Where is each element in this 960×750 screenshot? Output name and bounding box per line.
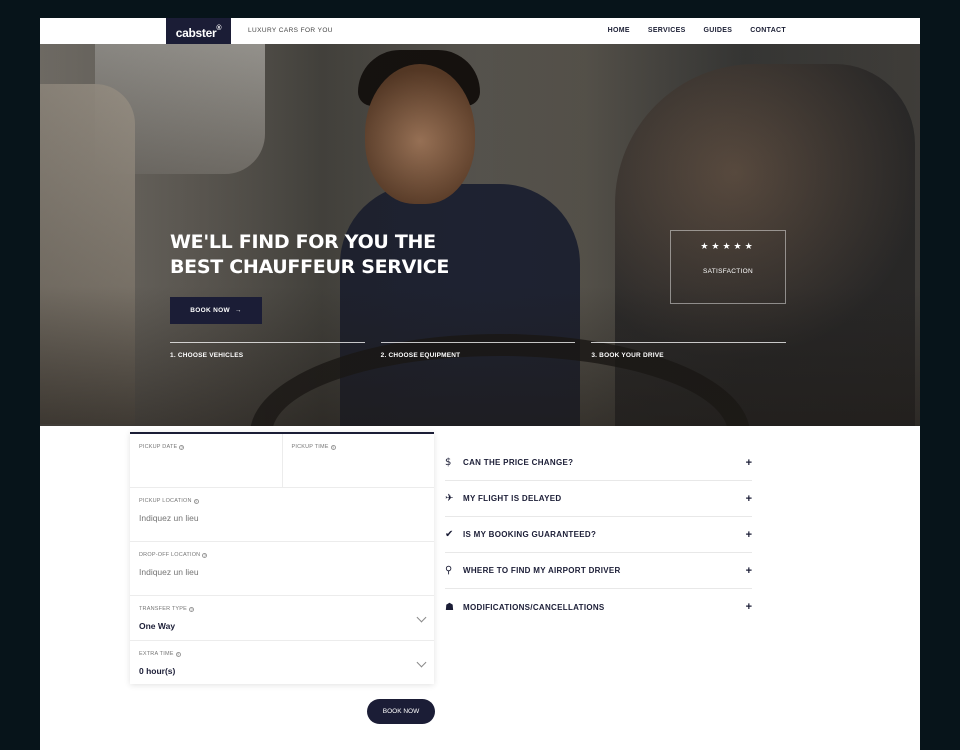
info-icon: ? [193, 498, 199, 504]
main-nav: HOME SERVICES GUIDES CONTACT [608, 18, 786, 44]
plus-icon[interactable]: + [746, 565, 752, 577]
plane-icon: ✈ [445, 493, 454, 504]
faq-item-modifications[interactable]: ☗ MODIFICATIONS/CANCELLATIONS + [445, 589, 752, 625]
tagline: LUXURY CARS FOR YOU [248, 27, 333, 34]
info-icon: ? [202, 552, 208, 558]
pickup-location-row: PICKUP LOCATION? [130, 488, 434, 542]
step-choose-equipment: 2. CHOOSE EQUIPMENT [380, 342, 576, 359]
dollar-icon: $ [445, 457, 452, 468]
transfer-type-value: One Way [139, 621, 176, 631]
nav-contact[interactable]: CONTACT [750, 18, 786, 44]
plus-icon[interactable]: + [746, 529, 752, 541]
star-rating-icon: ★★★★★ [700, 241, 756, 251]
user-hand-icon: ☗ [445, 601, 454, 613]
pickup-location-label: PICKUP LOCATION [139, 498, 192, 504]
satisfaction-label: SATISFACTION [702, 268, 754, 275]
plus-icon[interactable]: + [746, 493, 752, 505]
info-icon: ? [189, 606, 195, 612]
hero-section: WE'LL FIND FOR YOU THE BEST CHAUFFEUR SE… [40, 44, 920, 426]
check-badge-icon: ✔ [445, 529, 454, 540]
transfer-type-label: TRANSFER TYPE [139, 606, 188, 612]
booking-form: PICKUP DATE? PICKUP TIME? PICKUP LOCATIO… [130, 432, 434, 684]
plus-icon[interactable]: + [746, 457, 752, 469]
plus-icon[interactable]: + [746, 601, 752, 613]
nav-guides[interactable]: GUIDES [704, 18, 733, 44]
hero-title: WE'LL FIND FOR YOU THE BEST CHAUFFEUR SE… [170, 230, 449, 280]
nav-services[interactable]: SERVICES [648, 18, 686, 44]
transfer-type-select[interactable]: TRANSFER TYPE? One Way [130, 596, 434, 641]
arrow-right-icon: → [234, 307, 242, 314]
step-book-your-drive: 3. BOOK YOUR DRIVE [591, 342, 787, 359]
extra-time-label: EXTRA TIME [139, 651, 174, 657]
faq-item-booking-guaranteed[interactable]: ✔ IS MY BOOKING GUARANTEED? + [445, 517, 752, 553]
dropoff-location-input[interactable] [139, 567, 425, 577]
pickup-date-field[interactable]: PICKUP DATE? [130, 434, 282, 487]
info-icon: ? [179, 444, 185, 450]
nav-home[interactable]: HOME [608, 18, 630, 44]
hero-title-line2: BEST CHAUFFEUR SERVICE [170, 256, 450, 278]
location-pin-icon: ⚲ [445, 565, 453, 576]
extra-time-value: 0 hour(s) [139, 666, 176, 676]
step-choose-vehicles: 1. CHOOSE VEHICLES [170, 342, 365, 359]
dropoff-location-label: DROP-OFF LOCATION [139, 552, 201, 558]
hero-book-now-button[interactable]: BOOK NOW → [170, 297, 262, 324]
hero-book-now-label: BOOK NOW [190, 307, 230, 314]
info-icon: ? [175, 651, 181, 657]
info-icon: ? [330, 444, 336, 450]
dropoff-location-row: DROP-OFF LOCATION? [130, 542, 434, 596]
faq-item-airport-driver[interactable]: ⚲ WHERE TO FIND MY AIRPORT DRIVER + [445, 553, 752, 589]
pickup-time-label: PICKUP TIME [291, 444, 329, 450]
satisfaction-rating-box: ★★★★★ SATISFACTION [670, 230, 786, 304]
pickup-datetime-row: PICKUP DATE? PICKUP TIME? [130, 434, 434, 488]
extra-time-select[interactable]: EXTRA TIME? 0 hour(s) [130, 641, 434, 686]
faq-question: CAN THE PRICE CHANGE? [463, 458, 574, 467]
top-navbar: cabster® LUXURY CARS FOR YOU HOME SERVIC… [40, 18, 920, 44]
faq-question: MY FLIGHT IS DELAYED [463, 494, 562, 503]
faq-question: IS MY BOOKING GUARANTEED? [463, 530, 597, 539]
pickup-date-label: PICKUP DATE [139, 444, 178, 450]
faq-item-flight-delayed[interactable]: ✈ MY FLIGHT IS DELAYED + [445, 481, 752, 517]
form-book-now-button[interactable]: BOOK NOW [367, 699, 435, 724]
pickup-time-field[interactable]: PICKUP TIME? [281, 434, 435, 487]
faq-list: $ CAN THE PRICE CHANGE? + ✈ MY FLIGHT IS… [445, 445, 752, 625]
pickup-location-input[interactable] [139, 513, 425, 523]
faq-question: WHERE TO FIND MY AIRPORT DRIVER [463, 566, 621, 575]
faq-question: MODIFICATIONS/CANCELLATIONS [463, 602, 605, 612]
faq-item-price-change[interactable]: $ CAN THE PRICE CHANGE? + [445, 445, 752, 481]
logo[interactable]: cabster® [166, 18, 231, 44]
booking-steps: 1. CHOOSE VEHICLES 2. CHOOSE EQUIPMENT 3… [170, 342, 787, 359]
hero-title-line1: WE'LL FIND FOR YOU THE [170, 231, 436, 253]
